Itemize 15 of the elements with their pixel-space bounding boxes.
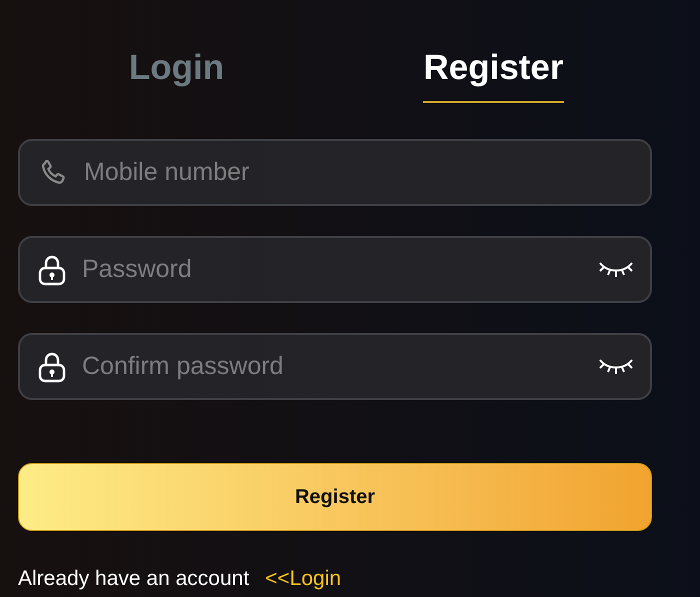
text-field[interactable]: Password xyxy=(18,236,652,303)
register-button[interactable]: Register xyxy=(18,463,652,531)
input-field[interactable]: Mobile number xyxy=(84,154,634,192)
tab[interactable]: Login xyxy=(128,44,224,103)
closed-eye-icon[interactable] xyxy=(598,260,634,280)
input-field[interactable]: Password xyxy=(82,250,582,288)
text-field[interactable]: Mobile number xyxy=(18,139,652,206)
text-field[interactable]: Confirm password xyxy=(18,333,652,400)
lock-icon xyxy=(38,350,66,382)
closed-eye-icon[interactable] xyxy=(598,356,634,376)
lock-icon xyxy=(38,254,66,286)
footer-text: Already have an account xyxy=(18,566,250,592)
input-field[interactable]: Confirm password xyxy=(82,348,582,386)
login-link[interactable]: <<Login xyxy=(265,563,342,594)
tab[interactable]: Register xyxy=(423,44,564,103)
